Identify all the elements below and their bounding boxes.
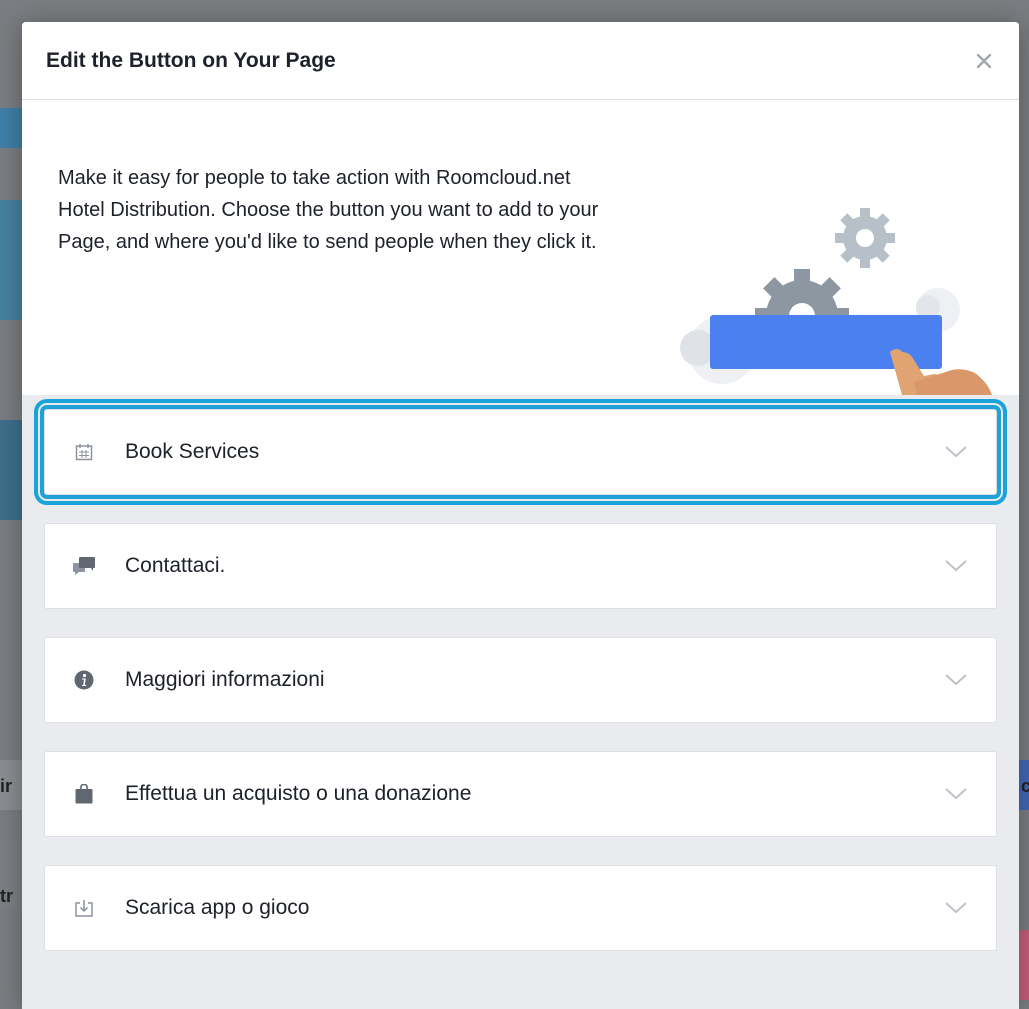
option-acquisto-donazione[interactable]: Effettua un acquisto o una donazione <box>44 751 997 837</box>
option-label: Contattaci. <box>125 554 226 577</box>
chevron-down-icon <box>944 896 968 920</box>
option-scarica-app[interactable]: Scarica app o gioco <box>44 865 997 951</box>
option-contattaci[interactable]: Contattaci. <box>44 523 997 609</box>
background-strip <box>0 108 22 148</box>
dialog-title: Edit the Button on Your Page <box>46 48 336 72</box>
option-maggiori-informazioni[interactable]: Maggiori informazioni <box>44 637 997 723</box>
background-text: tr <box>0 886 13 906</box>
button-options-list: Book Services Contattaci. Maggiori infor… <box>22 395 1019 951</box>
settings-button-illustration <box>680 208 992 395</box>
background-strip <box>0 420 22 520</box>
shopping-bag-icon <box>73 783 95 805</box>
option-label: Scarica app o gioco <box>125 896 310 919</box>
download-icon <box>73 897 95 919</box>
option-label: Book Services <box>125 440 260 463</box>
dialog-header: Edit the Button on Your Page <box>22 22 1019 100</box>
intro-section: Make it easy for people to take action w… <box>22 100 1019 395</box>
background-strip <box>1019 930 1029 1000</box>
chevron-down-icon <box>944 554 968 578</box>
edit-button-dialog: Edit the Button on Your Page Make it eas… <box>22 22 1019 1009</box>
chevron-down-icon <box>944 668 968 692</box>
calendar-icon <box>73 441 95 463</box>
option-label: Effettua un acquisto o una donazione <box>125 782 472 805</box>
chevron-down-icon <box>944 440 968 464</box>
gear-icon <box>835 208 895 268</box>
intro-text: Make it easy for people to take action w… <box>58 167 599 253</box>
info-icon <box>73 669 95 691</box>
close-icon <box>976 53 992 68</box>
option-book-services[interactable]: Book Services <box>34 399 1007 505</box>
close-button[interactable] <box>969 46 999 76</box>
background-text: c <box>1021 776 1029 796</box>
background-strip <box>0 200 22 320</box>
option-label: Maggiori informazioni <box>125 668 325 691</box>
chat-bubbles-icon <box>73 555 95 577</box>
chevron-down-icon <box>944 782 968 806</box>
background-text: ir <box>0 776 13 796</box>
